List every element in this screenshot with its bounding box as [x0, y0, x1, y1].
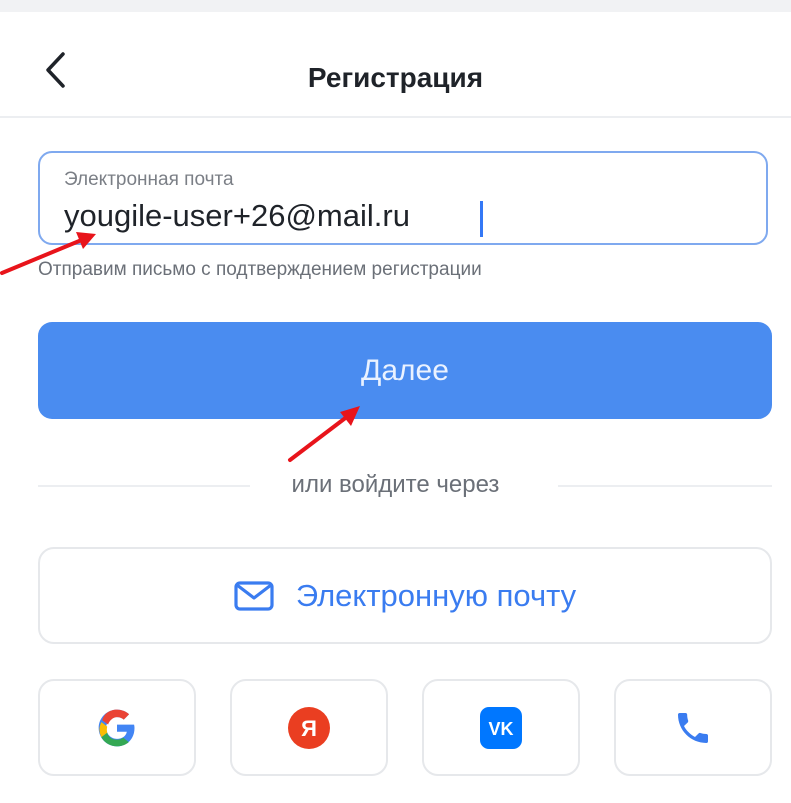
login-email-label: Электронную почту: [295, 577, 577, 613]
login-yandex-button[interactable]: Я: [230, 679, 388, 776]
email-hint: Отправим письмо с подтверждением регистр…: [38, 259, 482, 280]
separator-text: или войдите через: [291, 471, 500, 498]
page-title: Регистрация: [307, 62, 484, 93]
email-field[interactable]: Электронная почта: [38, 151, 768, 245]
login-email-button[interactable]: Электронную почту: [38, 547, 772, 644]
email-input[interactable]: [60, 193, 708, 239]
email-field-label: Электронная почта: [64, 169, 234, 190]
google-icon: [98, 709, 135, 746]
mail-icon: [234, 580, 274, 611]
phone-icon: [678, 712, 708, 743]
login-phone-button[interactable]: [614, 679, 772, 776]
app-header: Регистрация: [0, 12, 791, 116]
vk-icon: VK: [480, 706, 522, 749]
vk-glyph: VK: [488, 719, 513, 739]
login-google-button[interactable]: [38, 679, 196, 776]
text-caret: [480, 201, 483, 237]
next-button[interactable]: Далее: [38, 322, 772, 419]
yandex-icon: Я: [288, 706, 330, 749]
login-vk-button[interactable]: VK: [422, 679, 580, 776]
header-divider: [0, 116, 791, 118]
status-area: [0, 0, 791, 12]
yandex-glyph: Я: [301, 716, 317, 741]
